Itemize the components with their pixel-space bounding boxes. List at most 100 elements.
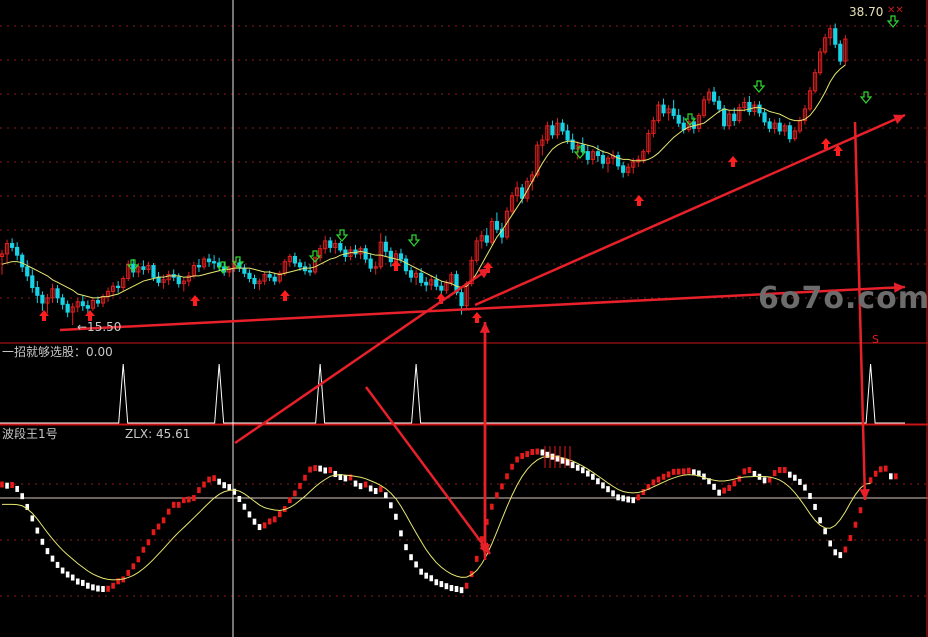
zlx-bar bbox=[490, 503, 494, 510]
zlx-bar bbox=[641, 488, 646, 495]
sell-marker: S bbox=[872, 333, 879, 346]
zlx-bar bbox=[192, 495, 196, 502]
zlx-bar bbox=[505, 473, 509, 480]
zlx-bar bbox=[788, 471, 792, 478]
candle-body bbox=[252, 277, 257, 285]
zlx-bar bbox=[5, 482, 9, 489]
candle-body bbox=[833, 28, 838, 45]
candle-body bbox=[141, 266, 146, 270]
zlx-bar bbox=[631, 497, 636, 504]
zlx-bar bbox=[419, 568, 423, 575]
zlx-bar bbox=[288, 497, 292, 504]
candle-body bbox=[787, 125, 792, 140]
candle-body bbox=[424, 281, 429, 286]
zlx-bar bbox=[449, 585, 454, 592]
zlx-bar bbox=[409, 554, 413, 561]
candle-body bbox=[307, 270, 313, 273]
candle-body bbox=[20, 254, 25, 268]
zlx-bar bbox=[500, 483, 504, 490]
candle-body bbox=[767, 121, 772, 129]
candle-body bbox=[494, 221, 499, 230]
zlx-bar bbox=[833, 549, 838, 556]
zlx-bar bbox=[565, 459, 570, 466]
price-low-label: ←15.50 bbox=[77, 320, 122, 334]
zlx-bar bbox=[141, 546, 146, 553]
zlx-bar bbox=[580, 467, 585, 474]
zlx-bar bbox=[813, 503, 817, 510]
candle-body bbox=[55, 288, 60, 299]
zlx-bar bbox=[444, 583, 449, 590]
zlx-bar bbox=[464, 582, 469, 589]
zlx-bar bbox=[808, 492, 812, 499]
candle-body bbox=[732, 113, 737, 122]
zlx-bar bbox=[176, 501, 181, 508]
zlx-bar bbox=[70, 574, 75, 581]
candle-body bbox=[595, 151, 600, 157]
candle-body bbox=[671, 108, 676, 116]
zlx-bar bbox=[636, 494, 641, 501]
zlx-bar bbox=[762, 477, 767, 484]
zlx-bar bbox=[727, 485, 731, 492]
candle-body bbox=[247, 272, 252, 279]
candle-body bbox=[40, 294, 45, 304]
zlx-bar bbox=[207, 476, 211, 483]
candle-body bbox=[65, 303, 70, 313]
zlx-bar bbox=[676, 468, 681, 475]
zlx-bar bbox=[252, 518, 257, 525]
candle-body bbox=[116, 285, 121, 289]
zlx-bar bbox=[687, 467, 691, 474]
zlx-bar bbox=[666, 471, 671, 478]
zlx-bar bbox=[843, 546, 848, 553]
zlx-bar bbox=[772, 470, 777, 477]
candle-body bbox=[10, 243, 15, 248]
candle-body bbox=[408, 270, 414, 278]
zlx-bar bbox=[227, 484, 232, 491]
candle-body bbox=[550, 125, 555, 136]
candle-body bbox=[338, 243, 343, 251]
zlx-bar bbox=[515, 456, 519, 463]
zlx-bar bbox=[570, 462, 575, 469]
zlx-bar bbox=[661, 473, 666, 480]
zlx-bar bbox=[389, 502, 393, 509]
close-icon[interactable]: ✕✕ bbox=[887, 4, 904, 18]
candle-body bbox=[217, 262, 222, 268]
candle-body bbox=[383, 241, 388, 252]
candle-body bbox=[30, 275, 35, 289]
zlx-bar bbox=[525, 451, 529, 458]
candle-body bbox=[15, 246, 20, 256]
zlx-bar bbox=[202, 481, 206, 488]
zlx-bar bbox=[237, 496, 242, 502]
zlx-bar bbox=[182, 497, 186, 504]
watermark: 6o7o.com bbox=[758, 281, 928, 316]
zlx-bar bbox=[35, 527, 40, 534]
zlx-bar bbox=[111, 582, 115, 589]
zlx-bar bbox=[55, 561, 60, 568]
candle-body bbox=[838, 43, 843, 62]
candle-body bbox=[272, 276, 277, 282]
zlx-bar bbox=[848, 535, 853, 542]
zlx-bar bbox=[621, 495, 625, 502]
zlx-bar bbox=[777, 467, 782, 474]
zlx-bar bbox=[161, 517, 166, 524]
zlx-bar bbox=[96, 585, 100, 592]
zlx-bar bbox=[197, 487, 201, 494]
zlx-bar bbox=[247, 511, 252, 518]
candle-body bbox=[25, 266, 30, 277]
zlx-bar bbox=[399, 530, 403, 537]
zlx-bar bbox=[782, 467, 787, 474]
zlx-bar bbox=[378, 486, 383, 493]
zlx-bar bbox=[656, 476, 661, 483]
zlx-bar bbox=[298, 482, 302, 489]
zlx-bar bbox=[520, 452, 524, 459]
chart-background bbox=[0, 0, 928, 637]
candle-body bbox=[600, 155, 606, 164]
zlx-bar bbox=[308, 466, 312, 473]
zlx-bar bbox=[894, 473, 898, 480]
zlx-bar bbox=[45, 548, 50, 555]
zlx-bar bbox=[166, 508, 171, 515]
zlx-bar bbox=[873, 470, 878, 477]
zlx-bar bbox=[277, 511, 282, 518]
zlx-bar bbox=[328, 467, 333, 474]
zlx-bar bbox=[818, 517, 822, 524]
zlx-bar bbox=[586, 470, 590, 477]
